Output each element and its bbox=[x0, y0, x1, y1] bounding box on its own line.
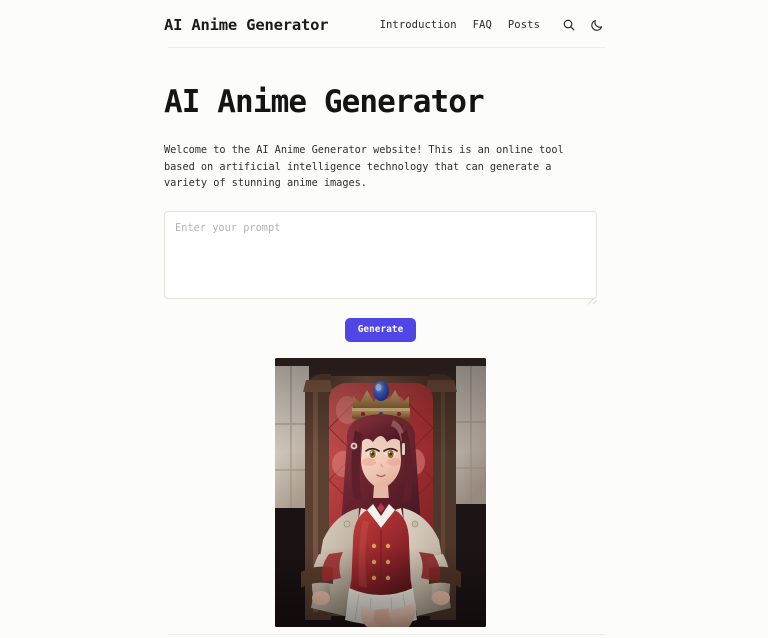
result-image-wrapper bbox=[164, 357, 597, 627]
search-icon[interactable] bbox=[561, 17, 576, 32]
prompt-field-wrapper bbox=[164, 211, 597, 305]
generate-button[interactable]: Generate bbox=[344, 318, 417, 342]
prompt-input[interactable] bbox=[164, 211, 597, 300]
page-root: AI Anime Generator Introduction FAQ Post… bbox=[0, 0, 768, 638]
site-header: AI Anime Generator Introduction FAQ Post… bbox=[0, 0, 768, 47]
nav-item-introduction[interactable]: Introduction bbox=[380, 19, 457, 31]
generated-anime-image[interactable] bbox=[275, 357, 486, 627]
main-navigation: Introduction FAQ Posts bbox=[380, 17, 604, 32]
intro-paragraph: Welcome to the AI Anime Generator websit… bbox=[164, 144, 564, 190]
nav-item-posts[interactable]: Posts bbox=[508, 19, 540, 31]
nav-item-faq[interactable]: FAQ bbox=[473, 19, 492, 31]
footer-divider bbox=[168, 634, 605, 635]
header-icon-group bbox=[561, 17, 604, 32]
header-inner: AI Anime Generator Introduction FAQ Post… bbox=[164, 14, 604, 34]
main-content: AI Anime Generator Welcome to the AI Ani… bbox=[164, 47, 604, 638]
site-brand[interactable]: AI Anime Generator bbox=[164, 16, 329, 34]
generate-button-row: Generate bbox=[164, 318, 597, 342]
dark-mode-moon-icon[interactable] bbox=[589, 17, 604, 32]
page-title: AI Anime Generator bbox=[164, 84, 485, 120]
